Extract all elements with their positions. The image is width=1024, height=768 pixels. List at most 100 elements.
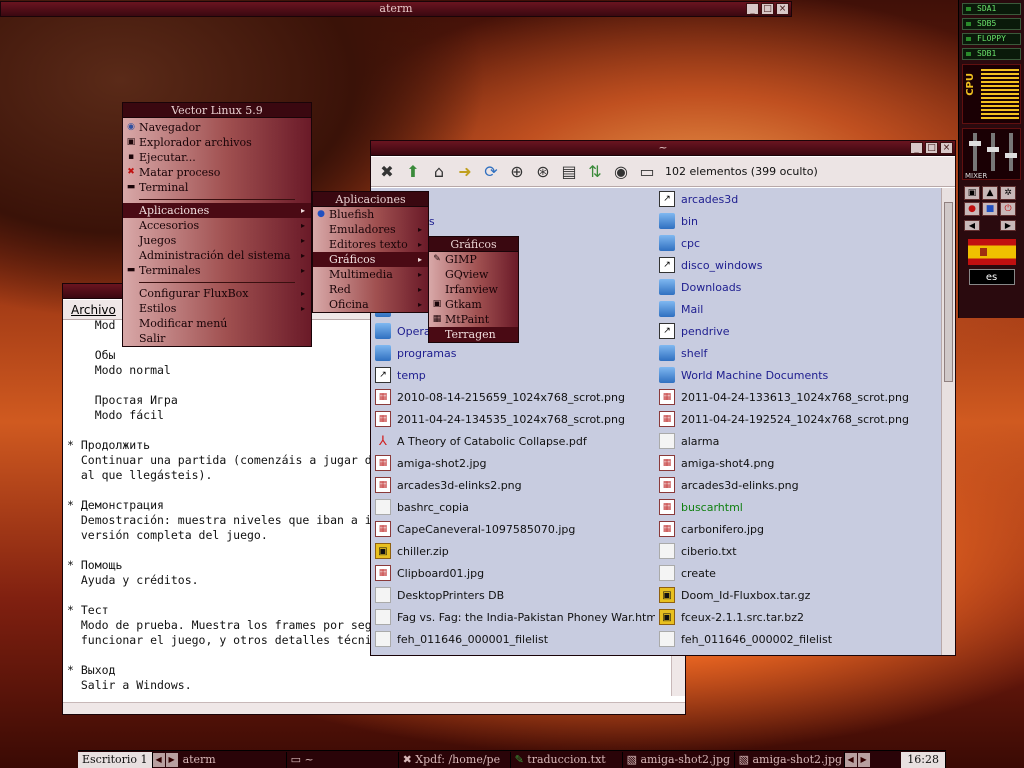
- file-item[interactable]: ciberio.txt: [655, 540, 939, 562]
- file-item[interactable]: ▦ 2011-04-24-134535_1024x768_scrot.png: [371, 408, 655, 430]
- file-item[interactable]: ▦ amiga-shot4.png: [655, 452, 939, 474]
- aterm-titlebar[interactable]: aterm _ □ ×: [0, 1, 792, 17]
- menu-item-terminales[interactable]: ▬ Terminales ▸: [123, 263, 311, 278]
- file-item[interactable]: Fag vs. Fag: the India-Pakistan Phoney W…: [371, 606, 655, 628]
- menu-item-modificar-menu[interactable]: Modificar menú: [123, 316, 311, 331]
- file-item[interactable]: ▦ arcades3d-elinks.png: [655, 474, 939, 496]
- menu-item-graficos[interactable]: Gráficos ▸: [313, 252, 428, 267]
- slider-knob[interactable]: [969, 141, 981, 146]
- details-icon[interactable]: ▭: [635, 160, 659, 184]
- fm-vertical-scrollbar[interactable]: [941, 188, 955, 655]
- zoom-in-icon[interactable]: ⊕: [505, 160, 529, 184]
- show-hidden-icon[interactable]: ◉: [609, 160, 633, 184]
- menu-item-mtpaint[interactable]: ▦ MtPaint: [429, 312, 518, 327]
- menu-item-emuladores[interactable]: Emuladores ▸: [313, 222, 428, 237]
- volume-slider[interactable]: [987, 133, 999, 171]
- task-image-2[interactable]: ▧ amiga-shot2.jpg: [735, 751, 845, 768]
- maximize-button[interactable]: □: [761, 3, 774, 15]
- menu-item-estilos[interactable]: Estilos ▸: [123, 301, 311, 316]
- file-item[interactable]: feh_011646_000002_filelist: [655, 628, 939, 650]
- menu-item-ejecutar[interactable]: ▪ Ejecutar...: [123, 150, 311, 165]
- file-item[interactable]: ▦ 2010-08-14-215659_1024x768_scrot.png: [371, 386, 655, 408]
- refresh-icon[interactable]: ⟳: [479, 160, 503, 184]
- zoom-fit-icon[interactable]: ⊛: [531, 160, 555, 184]
- prev-arrow-icon[interactable]: ◀: [964, 220, 980, 231]
- up-arrow-icon[interactable]: ⬆: [401, 160, 425, 184]
- close-icon[interactable]: ✖: [375, 160, 399, 184]
- file-item[interactable]: DesktopPrinters DB: [371, 584, 655, 606]
- next-arrow-icon[interactable]: ▶: [1000, 220, 1016, 231]
- volume-slider[interactable]: [1005, 133, 1017, 171]
- drive-led-sda1[interactable]: SDA1: [962, 3, 1021, 15]
- minimize-button[interactable]: _: [910, 142, 923, 154]
- file-item[interactable]: ▣ fceux-2.1.1.src.tar.bz2: [655, 606, 939, 628]
- file-item[interactable]: ▦ 2011-04-24-192524_1024x768_scrot.png: [655, 408, 939, 430]
- file-item[interactable]: ↗ disco_windows: [655, 254, 939, 276]
- scrollbar-thumb[interactable]: [944, 202, 953, 382]
- file-item[interactable]: create: [655, 562, 939, 584]
- sort-icon[interactable]: ⇅: [583, 160, 607, 184]
- file-item[interactable]: World Machine Documents: [655, 364, 939, 386]
- menu-item-irfanview[interactable]: Irfanview: [429, 282, 518, 297]
- file-item[interactable]: bin: [655, 210, 939, 232]
- menu-item-oficina[interactable]: Oficina ▸: [313, 297, 428, 312]
- home-icon[interactable]: ⌂: [427, 160, 451, 184]
- file-item[interactable]: ▣ Doom_Id-Fluxbox.tar.gz: [655, 584, 939, 606]
- file-item[interactable]: ▦ Clipboard01.jpg: [371, 562, 655, 584]
- menu-item-terragen[interactable]: Terragen: [429, 327, 518, 342]
- file-item[interactable]: ▦ amiga-shot2.jpg: [371, 452, 655, 474]
- fm-titlebar[interactable]: ~ _ □ ×: [370, 140, 956, 156]
- file-item[interactable]: ▦ arcades3d-elinks2.png: [371, 474, 655, 496]
- file-item[interactable]: ↗ temp: [371, 364, 655, 386]
- menu-item-editores-texto[interactable]: Editores texto ▸: [313, 237, 428, 252]
- drive-led-sdb1[interactable]: SDB1: [962, 48, 1021, 60]
- task-file-manager[interactable]: ▭ ~: [287, 751, 399, 768]
- spain-flag-icon[interactable]: [967, 239, 1016, 265]
- file-item[interactable]: ↗ arcades3d: [655, 188, 939, 210]
- maximize-button[interactable]: □: [925, 142, 938, 154]
- file-item[interactable]: ▣ chiller.zip: [371, 540, 655, 562]
- file-item[interactable]: Downloads: [655, 276, 939, 298]
- next-workspace-icon[interactable]: ▶: [165, 752, 178, 767]
- menu-item-terminal[interactable]: ▬ Terminal: [123, 180, 311, 195]
- editor-horizontal-scrollbar[interactable]: [63, 702, 685, 714]
- close-button[interactable]: ×: [776, 3, 789, 15]
- file-item[interactable]: ↗ pendrive: [655, 320, 939, 342]
- next-task-icon[interactable]: ▶: [857, 752, 870, 767]
- menu-item-matar-proceso[interactable]: ✖ Matar proceso: [123, 165, 311, 180]
- launcher-icon[interactable]: ▲: [982, 186, 998, 200]
- menu-item-salir[interactable]: Salir: [123, 331, 311, 346]
- workspace-name[interactable]: Escritorio 1: [78, 751, 153, 768]
- menu-item-gqview[interactable]: GQview: [429, 267, 518, 282]
- file-item[interactable]: cpc: [655, 232, 939, 254]
- file-item[interactable]: alarma: [655, 430, 939, 452]
- menu-item-juegos[interactable]: Juegos ▸: [123, 233, 311, 248]
- file-item[interactable]: ▦ CapeCaneveral-1097585070.jpg: [371, 518, 655, 540]
- task-image-1[interactable]: ▧ amiga-shot2.jpg: [623, 751, 735, 768]
- file-item[interactable]: ▦ 2011-04-24-133613_1024x768_scrot.png: [655, 386, 939, 408]
- volume-slider[interactable]: [969, 133, 981, 171]
- file-item[interactable]: ▦ buscarhtml: [655, 496, 939, 518]
- keyboard-layout[interactable]: es: [968, 269, 1015, 285]
- menu-item-bluefish[interactable]: ● Bluefish: [313, 207, 428, 222]
- menu-item-accesorios[interactable]: Accesorios ▸: [123, 218, 311, 233]
- file-item[interactable]: Mail: [655, 298, 939, 320]
- prev-task-icon[interactable]: ◀: [844, 752, 857, 767]
- menu-item-administracion[interactable]: Administración del sistema ▸: [123, 248, 311, 263]
- launcher-icon[interactable]: ●: [964, 202, 980, 216]
- launcher-icon[interactable]: ▣: [964, 186, 980, 200]
- task-xpdf[interactable]: ✖ Xpdf: /home/pe: [399, 751, 511, 768]
- menu-item-red[interactable]: Red ▸: [313, 282, 428, 297]
- file-item[interactable]: ▦ carbonifero.jpg: [655, 518, 939, 540]
- file-item[interactable]: feh_011646_000001_filelist: [371, 628, 655, 650]
- menu-item-aplicaciones[interactable]: Aplicaciones ▸: [123, 203, 311, 218]
- task-aterm[interactable]: aterm: [179, 751, 287, 768]
- file-item[interactable]: programas: [371, 342, 655, 364]
- prev-workspace-icon[interactable]: ◀: [152, 752, 165, 767]
- menu-item-explorador[interactable]: ▣ Explorador archivos: [123, 135, 311, 150]
- go-icon[interactable]: ➜: [453, 160, 477, 184]
- drive-led-sdb5[interactable]: SDB5: [962, 18, 1021, 30]
- menu-item-multimedia[interactable]: Multimedia ▸: [313, 267, 428, 282]
- slider-knob[interactable]: [1005, 153, 1017, 158]
- menu-item-gtkam[interactable]: ▣ Gtkam: [429, 297, 518, 312]
